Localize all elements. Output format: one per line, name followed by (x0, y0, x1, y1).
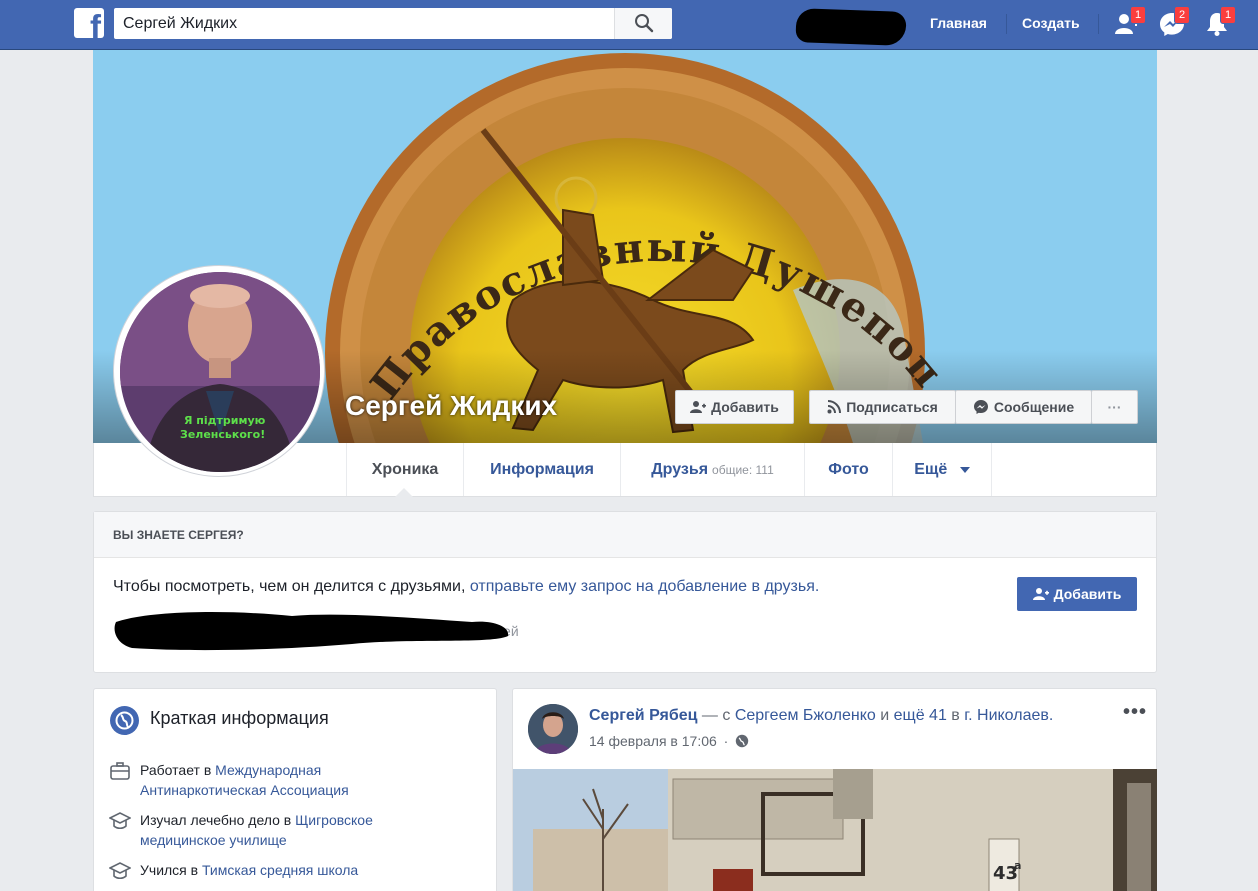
globe-icon (110, 706, 139, 735)
profile-name[interactable]: Сергей Жидких (345, 390, 557, 422)
mutual-friends-count: общие: 111 (712, 463, 774, 477)
post-options-button[interactable]: ••• (1123, 701, 1147, 724)
friend-request-card: ВЫ ЗНАЕТЕ СЕРГЕЯ? Чтобы посмотреть, чем … (93, 511, 1157, 673)
friend-request-card-header: ВЫ ЗНАЕТЕ СЕРГЕЯ? (94, 512, 1156, 558)
nav-create-link[interactable]: Создать (1022, 15, 1080, 31)
follow-button[interactable]: Подписаться (809, 390, 956, 424)
rss-icon (827, 400, 842, 414)
friend-request-text: Чтобы посмотреть, чем он делится с друзь… (113, 578, 470, 595)
profile-photo: Я підтримую Зеленського! (120, 272, 320, 472)
message-label: Сообщение (993, 399, 1075, 415)
send-friend-request-link[interactable]: отправьте ему запрос на добавление в дру… (470, 578, 819, 595)
profile-avatar[interactable]: Я підтримую Зеленського! (113, 265, 325, 477)
house-letter-sign: а (1014, 859, 1021, 872)
caret-down-icon (959, 466, 970, 473)
nav-divider (1098, 14, 1099, 34)
post-header: Сергей Рябец — с Сергеем Бжоленко и ещё … (589, 707, 1054, 724)
message-button[interactable]: Сообщение (955, 390, 1092, 424)
intro-work-item: Работает в Международная Антинаркотическ… (140, 762, 349, 798)
intro-school-item: Учился в Тимская средняя школа (140, 862, 359, 878)
add-friend-primary-button[interactable]: Добавить (1017, 577, 1137, 611)
follow-label: Подписаться (846, 399, 938, 415)
school-link[interactable]: Тимская средняя школа (202, 862, 358, 878)
messages-badge: 2 (1174, 6, 1191, 24)
messenger-icon (973, 400, 988, 414)
intro-card: Краткая информация Работает в Международ… (93, 688, 497, 891)
briefcase-icon (110, 762, 130, 780)
post-photo[interactable]: 43 а (513, 769, 1157, 891)
redacted-user-name (795, 8, 907, 46)
add-friend-primary-label: Добавить (1053, 586, 1122, 602)
more-options-label: ··· (1107, 399, 1122, 415)
tab-photos[interactable]: Фото (804, 443, 892, 496)
tab-about[interactable]: Информация (463, 443, 620, 496)
tagged-others-link[interactable]: ещё 41 (894, 707, 947, 724)
tab-friends[interactable]: Друзья общие: 111 (620, 443, 804, 496)
active-tab-indicator (394, 488, 414, 498)
top-navigation-bar: f Главная Создать 1 2 1 (0, 0, 1258, 50)
search-icon (635, 14, 654, 33)
nav-home-link[interactable]: Главная (930, 15, 987, 31)
graduation-cap-icon (109, 862, 131, 880)
post-card: Сергей Рябец — с Сергеем Бжоленко и ещё … (512, 688, 1157, 891)
search-input[interactable] (114, 8, 614, 39)
facebook-logo[interactable]: f (74, 8, 104, 38)
notifications-badge: 1 (1220, 6, 1237, 24)
post-author-avatar[interactable] (528, 704, 578, 754)
post-location-link[interactable]: г. Николаев. (964, 707, 1053, 724)
more-options-button[interactable]: ··· (1091, 390, 1138, 424)
tab-more[interactable]: Ещё (892, 443, 992, 496)
add-friend-icon (690, 401, 707, 413)
avatar-overlay-text: Я підтримую Зеленського! (180, 414, 269, 441)
redacted-mutual-friends (114, 612, 509, 651)
intro-education-item: Изучал лечебно дело в Щигровское медицин… (140, 812, 373, 848)
add-friend-label: Добавить (711, 399, 779, 415)
search-box (114, 8, 672, 39)
nav-divider (1006, 14, 1007, 34)
graduation-cap-icon (109, 812, 131, 830)
globe-icon (736, 734, 749, 748)
post-author-link[interactable]: Сергей Рябец (589, 707, 697, 724)
tagged-person-link[interactable]: Сергеем Бжоленко (735, 707, 876, 724)
friend-requests-badge: 1 (1130, 6, 1147, 24)
friend-request-card-title: ВЫ ЗНАЕТЕ СЕРГЕЯ? (113, 528, 244, 542)
add-friend-icon (1032, 588, 1049, 600)
add-friend-button[interactable]: Добавить (675, 390, 794, 424)
search-button[interactable] (614, 8, 672, 39)
intro-title: Краткая информация (150, 708, 329, 728)
friend-request-prompt: Чтобы посмотреть, чем он делится с друзь… (113, 578, 819, 596)
post-timestamp[interactable]: 14 февраля в 17:06 · (589, 733, 749, 749)
